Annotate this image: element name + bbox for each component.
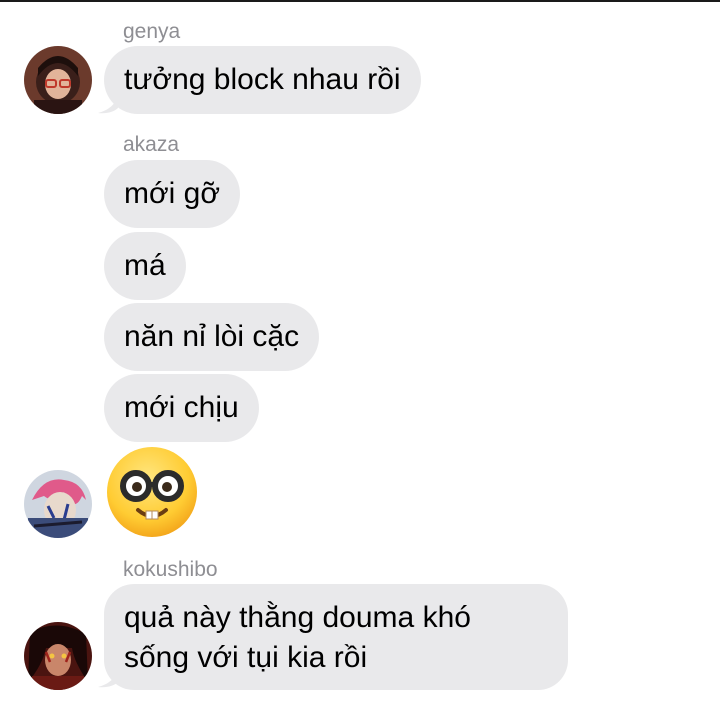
message-text-line-2: sống với tụi kia rồi (124, 641, 368, 674)
sender-name-genya: genya (123, 20, 181, 43)
message-bubble[interactable]: mới chịu (104, 374, 259, 442)
message-text: mới gỡ (124, 177, 221, 210)
message-text: năn nỉ lòi cặc (124, 320, 300, 353)
message-text: tưởng block nhau rồi (124, 63, 401, 96)
message-bubble[interactable]: má (104, 232, 186, 300)
bubble-tail-icon (98, 666, 118, 688)
avatar-genya-icon (24, 46, 92, 114)
top-divider (0, 0, 720, 2)
avatar-akaza[interactable] (24, 470, 92, 538)
message-text: mới chịu (124, 391, 239, 424)
sender-name-kokushibo: kokushibo (123, 558, 218, 581)
message-bubble[interactable]: tưởng block nhau rồi (104, 46, 421, 114)
message-text: má (124, 249, 166, 282)
avatar-kokushibo[interactable] (24, 622, 92, 690)
avatar-akaza-icon (24, 470, 92, 538)
message-bubble[interactable]: năn nỉ lòi cặc (104, 303, 320, 371)
message-bubble[interactable]: quả này thằng douma khó sống với tụi kia… (104, 584, 568, 690)
avatar-genya[interactable] (24, 46, 92, 114)
nerd-face-icon[interactable] (104, 444, 200, 540)
bubble-tail-icon (98, 92, 118, 114)
sender-name-akaza: akaza (123, 133, 180, 156)
message-bubble[interactable]: mới gỡ (104, 160, 241, 228)
avatar-kokushibo-icon (24, 622, 92, 690)
message-text-line-1: quả này thằng douma khó (124, 601, 471, 634)
